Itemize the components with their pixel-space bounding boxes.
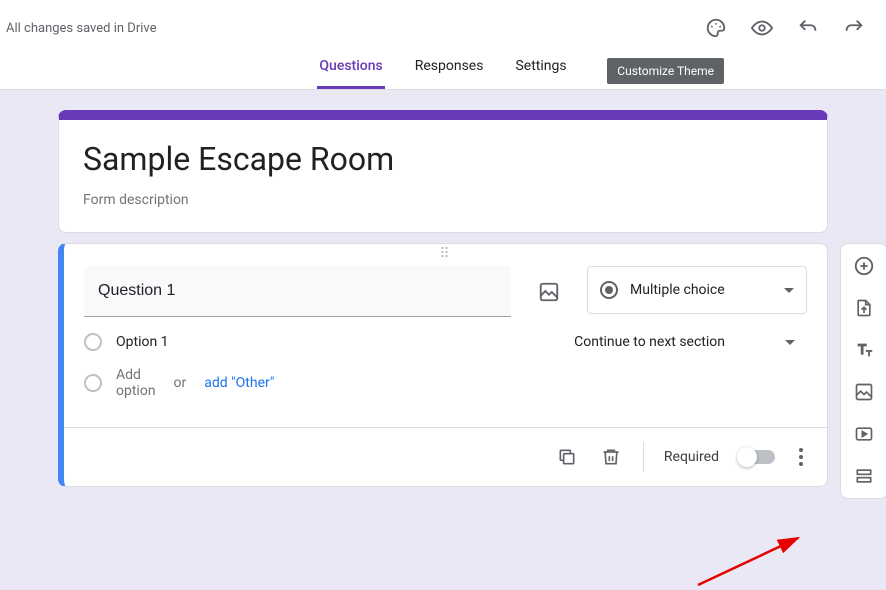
add-image-icon[interactable] xyxy=(852,380,876,404)
palette-icon[interactable] xyxy=(704,16,728,40)
question-type-dropdown[interactable]: Multiple choice xyxy=(587,266,807,314)
add-video-icon[interactable] xyxy=(852,422,876,446)
trash-icon[interactable] xyxy=(599,445,623,469)
customize-theme-tooltip: Customize Theme xyxy=(607,58,724,84)
duplicate-icon[interactable] xyxy=(555,445,579,469)
side-toolbar xyxy=(840,243,886,499)
form-title[interactable]: Sample Escape Room xyxy=(83,140,803,178)
add-section-icon[interactable] xyxy=(852,464,876,488)
add-option-text[interactable]: Add option xyxy=(116,367,156,399)
image-icon[interactable] xyxy=(527,270,571,314)
chevron-down-icon xyxy=(784,288,794,293)
required-label: Required xyxy=(664,449,719,465)
radio-outline-icon xyxy=(84,333,102,351)
required-toggle[interactable] xyxy=(739,450,775,464)
tab-questions[interactable]: Questions xyxy=(317,48,384,89)
more-options-icon[interactable] xyxy=(795,444,807,470)
or-separator: or xyxy=(174,375,187,391)
form-header-card[interactable]: Sample Escape Room Form description xyxy=(58,110,828,233)
import-question-icon[interactable] xyxy=(852,296,876,320)
undo-icon[interactable] xyxy=(796,16,820,40)
question-type-label: Multiple choice xyxy=(630,282,772,298)
add-title-icon[interactable] xyxy=(852,338,876,362)
add-question-icon[interactable] xyxy=(852,254,876,278)
tab-responses[interactable]: Responses xyxy=(413,48,486,89)
form-description[interactable]: Form description xyxy=(83,192,803,208)
add-other-link[interactable]: add "Other" xyxy=(204,375,274,391)
tab-settings[interactable]: Settings xyxy=(513,48,568,89)
redo-icon[interactable] xyxy=(842,16,866,40)
chevron-down-icon xyxy=(785,340,795,345)
question-card: ⠿ Multiple choice xyxy=(58,243,828,487)
section-nav-dropdown[interactable]: Continue to next section xyxy=(574,334,807,350)
radio-icon xyxy=(600,281,618,299)
save-status: All changes saved in Drive xyxy=(6,21,157,36)
option-1-text[interactable]: Option 1 xyxy=(116,334,560,350)
section-nav-label: Continue to next section xyxy=(574,334,725,350)
divider xyxy=(643,442,644,472)
question-title-input[interactable] xyxy=(84,266,511,317)
eye-icon[interactable] xyxy=(750,16,774,40)
radio-outline-icon xyxy=(84,374,102,392)
drag-handle-icon[interactable]: ⠿ xyxy=(64,244,827,258)
annotation-arrow xyxy=(688,530,818,590)
